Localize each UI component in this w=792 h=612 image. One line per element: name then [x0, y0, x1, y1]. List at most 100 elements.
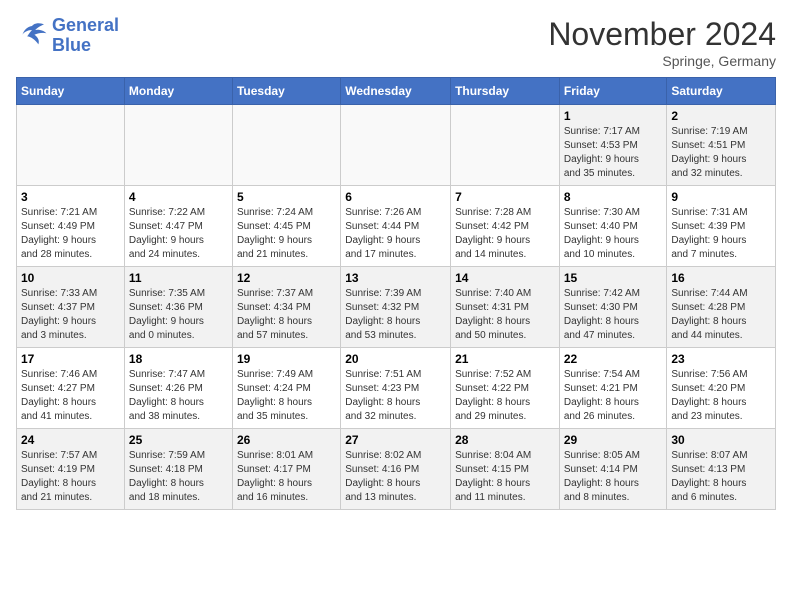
day-number: 9 [671, 190, 771, 204]
calendar-cell: 22Sunrise: 7:54 AM Sunset: 4:21 PM Dayli… [559, 348, 667, 429]
calendar-cell: 6 Sunrise: 7:26 AM Sunset: 4:44 PM Daylig… [341, 186, 451, 267]
calendar-cell: 3 Sunrise: 7:21 AM Sunset: 4:49 PM Daylig… [17, 186, 125, 267]
day-info: Sunrise: 7:28 AM Sunset: 4:42 PM Dayligh… [455, 206, 555, 262]
calendar-cell: 9 Sunrise: 7:31 AM Sunset: 4:39 PM Daylig… [667, 186, 776, 267]
calendar-cell: 10 Sunrise: 7:33 AM Sunset: 4:37 PM Dayli… [17, 267, 125, 348]
calendar-cell: 2Sunrise: 7:19 AM Sunset: 4:51 PM Daylig… [667, 105, 776, 186]
calendar-table: SundayMondayTuesdayWednesdayThursdayFrid… [16, 77, 776, 510]
logo: General Blue [16, 16, 119, 56]
day-info: Sunrise: 7:42 AM Sunset: 4:30 PM Dayligh… [564, 287, 663, 343]
calendar-cell: 27 Sunrise: 8:02 AM Sunset: 4:16 PM Dayli… [341, 429, 451, 510]
day-info: Sunrise: 7:46 AM Sunset: 4:27 PM Dayligh… [21, 368, 120, 424]
header-day: Monday [124, 78, 232, 105]
day-info: Sunrise: 8:07 AM Sunset: 4:13 PM Dayligh… [671, 449, 771, 505]
calendar-cell [341, 105, 451, 186]
day-info: Sunrise: 7:54 AM Sunset: 4:21 PM Dayligh… [564, 368, 663, 424]
calendar-cell [124, 105, 232, 186]
header-day: Thursday [451, 78, 560, 105]
calendar-cell: 16 Sunrise: 7:44 AM Sunset: 4:28 PM Dayli… [667, 267, 776, 348]
calendar-cell: 29 Sunrise: 8:05 AM Sunset: 4:14 PM Dayli… [559, 429, 667, 510]
calendar-cell: 20 Sunrise: 7:51 AM Sunset: 4:23 PM Dayli… [341, 348, 451, 429]
day-number: 26 [237, 433, 336, 447]
day-number: 6 [345, 190, 446, 204]
calendar-cell: 30 Sunrise: 8:07 AM Sunset: 4:13 PM Dayli… [667, 429, 776, 510]
calendar-cell: 17Sunrise: 7:46 AM Sunset: 4:27 PM Dayli… [17, 348, 125, 429]
day-info: Sunrise: 7:22 AM Sunset: 4:47 PM Dayligh… [129, 206, 228, 262]
calendar-cell: 25 Sunrise: 7:59 AM Sunset: 4:18 PM Dayli… [124, 429, 232, 510]
day-info: Sunrise: 7:21 AM Sunset: 4:49 PM Dayligh… [21, 206, 120, 262]
day-info: Sunrise: 7:40 AM Sunset: 4:31 PM Dayligh… [455, 287, 555, 343]
day-info: Sunrise: 7:59 AM Sunset: 4:18 PM Dayligh… [129, 449, 228, 505]
calendar-cell: 26 Sunrise: 8:01 AM Sunset: 4:17 PM Dayli… [232, 429, 340, 510]
day-number: 18 [129, 352, 228, 366]
header-day: Wednesday [341, 78, 451, 105]
calendar-cell: 8 Sunrise: 7:30 AM Sunset: 4:40 PM Daylig… [559, 186, 667, 267]
day-number: 16 [671, 271, 771, 285]
day-info: Sunrise: 7:37 AM Sunset: 4:34 PM Dayligh… [237, 287, 336, 343]
day-info: Sunrise: 7:44 AM Sunset: 4:28 PM Dayligh… [671, 287, 771, 343]
calendar-week-row: 1 Sunrise: 7:17 AM Sunset: 4:53 PM Daylig… [17, 105, 776, 186]
calendar-cell [17, 105, 125, 186]
location: Springe, Germany [548, 53, 776, 69]
day-number: 25 [129, 433, 228, 447]
calendar-cell: 11Sunrise: 7:35 AM Sunset: 4:36 PM Dayli… [124, 267, 232, 348]
calendar-cell: 18 Sunrise: 7:47 AM Sunset: 4:26 PM Dayli… [124, 348, 232, 429]
day-number: 19 [237, 352, 336, 366]
calendar-cell: 1 Sunrise: 7:17 AM Sunset: 4:53 PM Daylig… [559, 105, 667, 186]
calendar-cell: 24Sunrise: 7:57 AM Sunset: 4:19 PM Dayli… [17, 429, 125, 510]
day-number: 8 [564, 190, 663, 204]
day-number: 10 [21, 271, 120, 285]
header-day: Friday [559, 78, 667, 105]
day-number: 20 [345, 352, 446, 366]
day-info: Sunrise: 7:57 AM Sunset: 4:19 PM Dayligh… [21, 449, 120, 505]
logo-bird-icon [16, 22, 48, 50]
day-info: Sunrise: 7:33 AM Sunset: 4:37 PM Dayligh… [21, 287, 120, 343]
day-number: 4 [129, 190, 228, 204]
day-number: 3 [21, 190, 120, 204]
logo-text: General Blue [52, 16, 119, 56]
day-info: Sunrise: 7:52 AM Sunset: 4:22 PM Dayligh… [455, 368, 555, 424]
calendar-cell: 13Sunrise: 7:39 AM Sunset: 4:32 PM Dayli… [341, 267, 451, 348]
day-info: Sunrise: 7:47 AM Sunset: 4:26 PM Dayligh… [129, 368, 228, 424]
calendar-cell: 12 Sunrise: 7:37 AM Sunset: 4:34 PM Dayli… [232, 267, 340, 348]
calendar-cell: 21 Sunrise: 7:52 AM Sunset: 4:22 PM Dayli… [451, 348, 560, 429]
month-title: November 2024 [548, 16, 776, 53]
calendar-cell: 23Sunrise: 7:56 AM Sunset: 4:20 PM Dayli… [667, 348, 776, 429]
day-info: Sunrise: 7:19 AM Sunset: 4:51 PM Dayligh… [671, 125, 771, 181]
calendar-cell [451, 105, 560, 186]
calendar-cell [232, 105, 340, 186]
day-number: 29 [564, 433, 663, 447]
day-info: Sunrise: 7:17 AM Sunset: 4:53 PM Dayligh… [564, 125, 663, 181]
day-number: 21 [455, 352, 555, 366]
calendar-week-row: 17Sunrise: 7:46 AM Sunset: 4:27 PM Dayli… [17, 348, 776, 429]
calendar-cell: 7Sunrise: 7:28 AM Sunset: 4:42 PM Daylig… [451, 186, 560, 267]
day-info: Sunrise: 8:04 AM Sunset: 4:15 PM Dayligh… [455, 449, 555, 505]
day-number: 12 [237, 271, 336, 285]
day-info: Sunrise: 8:02 AM Sunset: 4:16 PM Dayligh… [345, 449, 446, 505]
day-number: 27 [345, 433, 446, 447]
calendar-header: SundayMondayTuesdayWednesdayThursdayFrid… [17, 78, 776, 105]
day-info: Sunrise: 7:31 AM Sunset: 4:39 PM Dayligh… [671, 206, 771, 262]
day-info: Sunrise: 7:24 AM Sunset: 4:45 PM Dayligh… [237, 206, 336, 262]
day-number: 23 [671, 352, 771, 366]
day-info: Sunrise: 8:05 AM Sunset: 4:14 PM Dayligh… [564, 449, 663, 505]
day-info: Sunrise: 7:30 AM Sunset: 4:40 PM Dayligh… [564, 206, 663, 262]
day-info: Sunrise: 7:26 AM Sunset: 4:44 PM Dayligh… [345, 206, 446, 262]
day-number: 5 [237, 190, 336, 204]
day-info: Sunrise: 7:51 AM Sunset: 4:23 PM Dayligh… [345, 368, 446, 424]
day-number: 30 [671, 433, 771, 447]
day-info: Sunrise: 7:39 AM Sunset: 4:32 PM Dayligh… [345, 287, 446, 343]
day-info: Sunrise: 7:49 AM Sunset: 4:24 PM Dayligh… [237, 368, 336, 424]
day-info: Sunrise: 7:35 AM Sunset: 4:36 PM Dayligh… [129, 287, 228, 343]
calendar-cell: 4 Sunrise: 7:22 AM Sunset: 4:47 PM Daylig… [124, 186, 232, 267]
calendar-cell: 14Sunrise: 7:40 AM Sunset: 4:31 PM Dayli… [451, 267, 560, 348]
header-day: Sunday [17, 78, 125, 105]
calendar-body: 1 Sunrise: 7:17 AM Sunset: 4:53 PM Daylig… [17, 105, 776, 510]
header-row: SundayMondayTuesdayWednesdayThursdayFrid… [17, 78, 776, 105]
header-day: Tuesday [232, 78, 340, 105]
day-number: 15 [564, 271, 663, 285]
day-number: 1 [564, 109, 663, 123]
title-section: November 2024 Springe, Germany [548, 16, 776, 69]
calendar-cell: 15 Sunrise: 7:42 AM Sunset: 4:30 PM Dayli… [559, 267, 667, 348]
day-info: Sunrise: 8:01 AM Sunset: 4:17 PM Dayligh… [237, 449, 336, 505]
